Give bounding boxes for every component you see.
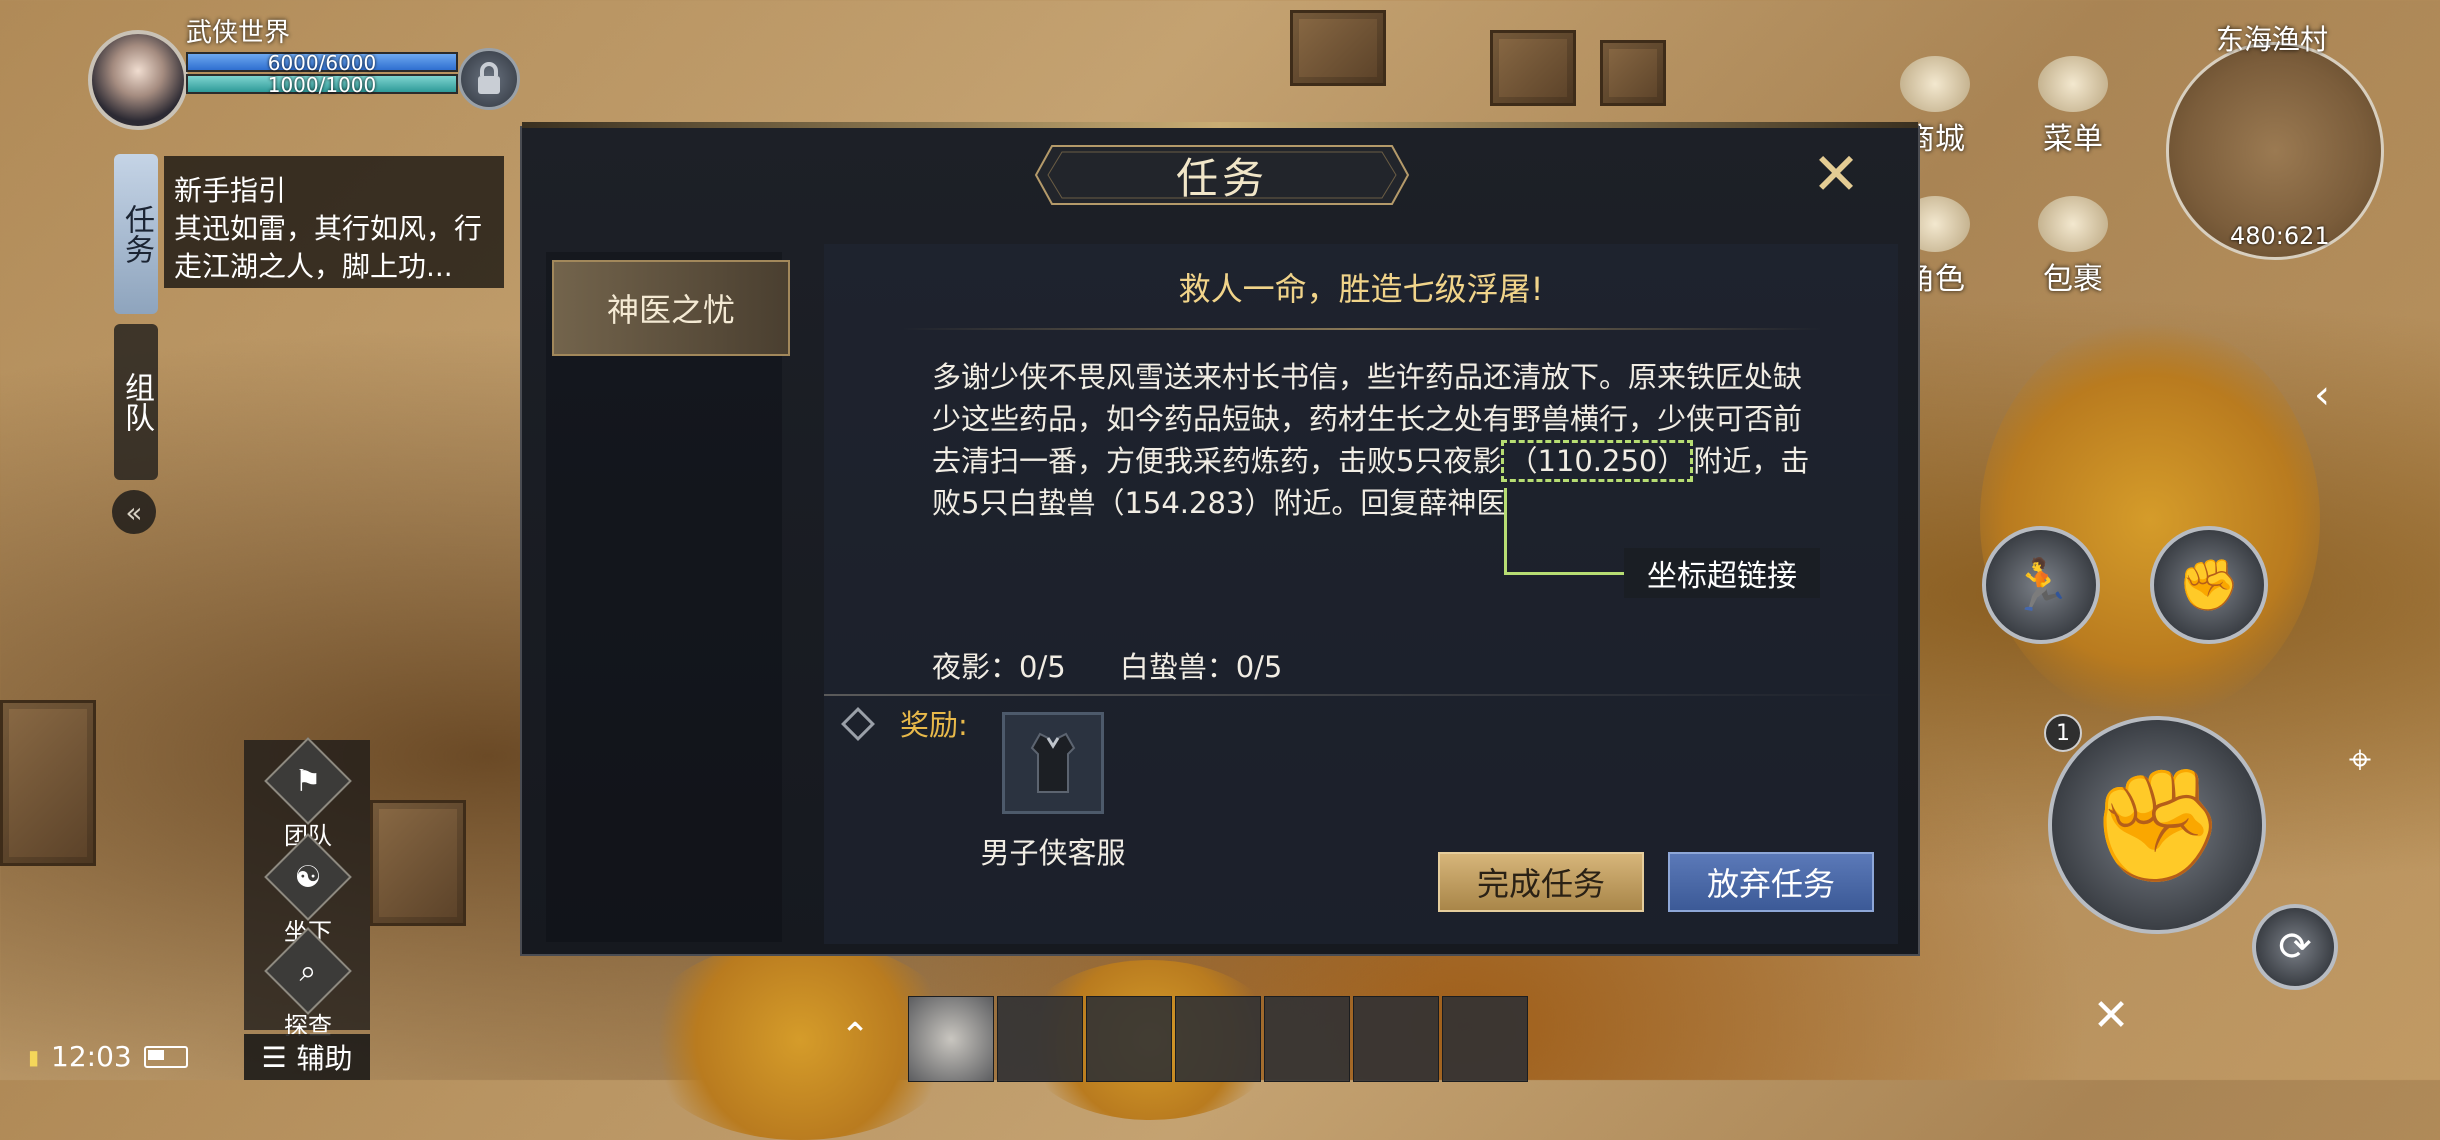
coordinate-link[interactable]: （110.250）	[1501, 440, 1694, 482]
signal-icon: ▮	[28, 1044, 40, 1069]
collapse-button[interactable]: «	[112, 490, 156, 534]
menu-label: 菜单	[2043, 122, 2103, 157]
hp-text: 6000/6000	[267, 51, 377, 75]
sprint-skill-button[interactable]: 🏃	[1982, 526, 2100, 644]
bag-label: 包裹	[2043, 262, 2103, 297]
assist-label: 辅助	[296, 1042, 353, 1075]
lock-button[interactable]	[458, 48, 520, 110]
tracker-title: 新手指引	[174, 174, 287, 207]
lock-icon	[478, 62, 500, 94]
bag-button[interactable]: 包裹	[2028, 196, 2118, 298]
progress-night-shadow: 夜影：0/5	[932, 650, 1066, 684]
quest-headline: 救人一命，胜造七级浮屠!	[1178, 270, 1544, 308]
tab-task[interactable]: 任务	[114, 154, 158, 314]
double-chevron-left-icon: «	[125, 495, 143, 529]
map-coordinates: 480:621	[2230, 222, 2330, 250]
abandon-quest-button[interactable]: 放弃任务	[1668, 852, 1874, 912]
hotbar	[908, 996, 1531, 1082]
assist-button[interactable]: ☰ 辅助	[244, 1034, 370, 1080]
clock-text: 12:03	[51, 1040, 132, 1073]
complete-quest-button[interactable]: 完成任务	[1438, 852, 1644, 912]
crossed-swords-icon: ✕	[2092, 989, 2130, 1041]
explore-button[interactable]: ⌕ 探查	[258, 927, 358, 1041]
annotation-line	[1504, 488, 1507, 574]
quest-list-item[interactable]: 神医之忧	[552, 260, 790, 356]
hotbar-slot[interactable]	[1353, 996, 1439, 1082]
hp-bar: 6000/6000	[186, 51, 458, 75]
player-avatar[interactable]	[88, 30, 188, 130]
switch-target-button[interactable]: ⟳	[2252, 904, 2338, 990]
reward-item-name: 男子侠客服	[980, 836, 1126, 870]
status-bar: ▮ 12:03	[28, 1040, 188, 1073]
attack-button[interactable]: ✊	[2048, 716, 2266, 934]
hotbar-expand-icon[interactable]: ⌃	[840, 1016, 870, 1057]
menu-button[interactable]: 菜单	[2028, 56, 2118, 158]
robe-icon	[1030, 732, 1076, 793]
punch-skill-button[interactable]: ✊	[2150, 526, 2268, 644]
fist-icon: ✊	[2177, 555, 2241, 614]
skill-count-badge: 1	[2044, 714, 2082, 752]
magnifier-icon: ⌕	[299, 953, 317, 989]
target-lock-button[interactable]: ⌖	[2320, 720, 2400, 800]
divider	[902, 328, 1822, 330]
flag-icon: ⚑	[294, 763, 322, 799]
tracker-desc: 其迅如雷，其行如风，行走江湖之人，脚上功...	[174, 212, 483, 283]
map-name: 东海渔村	[2216, 23, 2329, 56]
mp-text: 1000/1000	[267, 73, 377, 97]
refresh-icon: ⟳	[2278, 924, 2312, 970]
hotbar-slot[interactable]	[1086, 996, 1172, 1082]
hotbar-slot[interactable]	[1442, 996, 1528, 1082]
annotation-label: 坐标超链接	[1624, 548, 1820, 598]
quest-description: 多谢少侠不畏风雪送来村长书信，些许药品还清放下。原来铁匠处缺少这些药品，如今药品…	[932, 356, 1812, 524]
shop-icon	[1900, 56, 1970, 112]
quest-dialog: 任务 ✕ 神医之忧 救人一命，胜造七级浮屠! 多谢少侠不畏风雪送来村长书信，些许…	[520, 122, 1920, 956]
reward-label: 奖励:	[900, 708, 968, 742]
crosshair-icon: ⌖	[2348, 737, 2372, 783]
fist-attack-icon: ✊	[2088, 760, 2226, 889]
meditate-icon: ☯	[294, 859, 322, 895]
tab-team[interactable]: 组队	[114, 324, 158, 480]
tab-team-label: 组队	[119, 372, 154, 432]
list-icon: ☰	[261, 1040, 287, 1074]
chevron-left-icon[interactable]: ‹	[2314, 372, 2354, 422]
hotbar-slot[interactable]	[997, 996, 1083, 1082]
bag-icon	[2038, 196, 2108, 252]
player-name: 武侠世界	[186, 18, 291, 48]
menu-icon	[2038, 56, 2108, 112]
mp-bar: 1000/1000	[186, 73, 458, 97]
tab-task-label: 任务	[119, 204, 154, 264]
cancel-skill-button[interactable]: ✕	[2068, 972, 2154, 1058]
battery-icon	[143, 1045, 188, 1068]
quest-progress: 夜影：0/5 白蛰兽：0/5	[932, 644, 1282, 686]
running-icon: 🏃	[2009, 555, 2073, 614]
left-action-panel: ⚑ 团队 ☯ 坐下 ⌕ 探查	[244, 737, 370, 1040]
hotbar-slot[interactable]	[908, 996, 994, 1082]
dialog-title: 任务	[1175, 153, 1268, 203]
reward-item-slot[interactable]	[1002, 712, 1104, 814]
progress-white-beast: 白蛰兽：0/5	[1119, 650, 1283, 684]
reward-divider	[824, 694, 1898, 696]
close-button[interactable]: ✕	[1808, 145, 1864, 203]
hotbar-slot[interactable]	[1264, 996, 1350, 1082]
hotbar-slot[interactable]	[1175, 996, 1261, 1082]
quest-tracker-panel[interactable]: 新手指引 其迅如雷，其行如风，行走江湖之人，脚上功...	[164, 156, 504, 288]
close-icon: ✕	[1811, 140, 1861, 208]
